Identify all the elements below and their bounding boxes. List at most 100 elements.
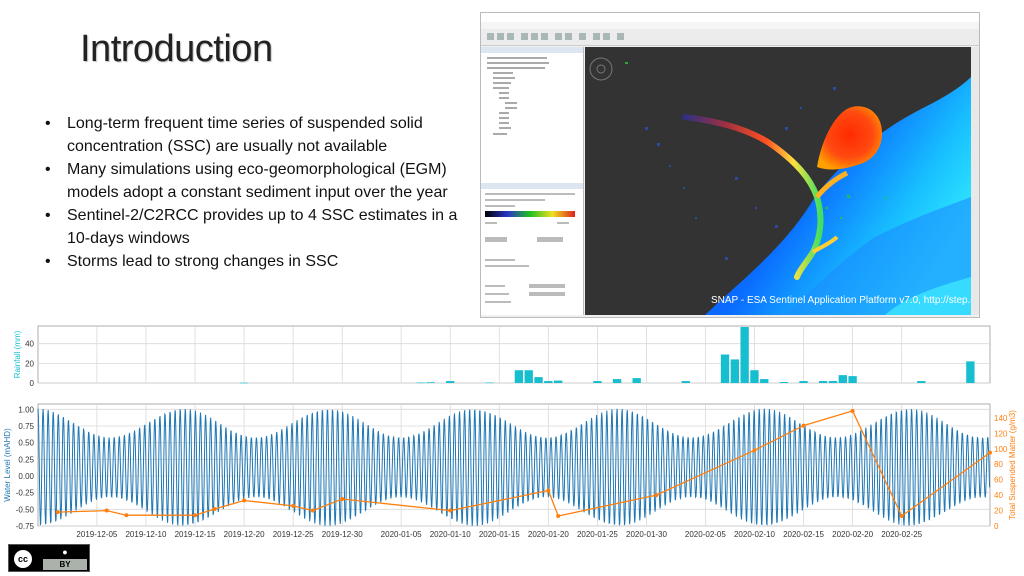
snap-right-toolstrip [971,47,979,315]
waterlevel-axis: -0.75 -0.50 -0.25 0.00 0.25 0.50 0.75 1.00 [16,405,35,531]
ssc-point [752,448,757,453]
waterlevel-ylabel: Water Level (mAHD) [3,428,12,502]
ssc-point [291,503,296,508]
rainfall-bar [779,382,789,383]
ssc-tick-label: 40 [994,491,1003,500]
ssc-point [546,488,551,493]
rainfall-bar [544,381,553,383]
snap-toolbar-icons [487,33,624,40]
bullet-text: Many simulations using eco-geomorphologi… [67,161,448,201]
ssc-tick-label: 100 [994,445,1008,454]
ssc-ylabel: Total Suspended Matter (g/m3) [1008,410,1017,520]
ssc-point [654,493,659,498]
ssc-point [242,498,247,503]
rainfall-bar [838,375,847,383]
date-tick-label: 2020-02-15 [783,530,824,539]
rainfall-bar [416,382,425,384]
ssc-tick-label: 140 [994,414,1008,423]
bullet-dot: • [45,207,51,224]
snap-caption: SNAP - ESA Sentinel Application Platform… [711,295,971,306]
bullet-text: Long-term frequent time series of suspen… [67,115,423,155]
date-tick-label: 2020-01-30 [626,530,667,539]
date-tick-label: 2020-01-05 [381,530,422,539]
ssc-point [124,513,129,518]
snap-window-titlebar [481,13,979,22]
rainfall-bar [426,382,435,383]
rainfall-bar [760,379,769,383]
ssc-point [212,507,217,512]
bullet-text: Sentinel-2/C2RCC provides up to 4 SSC es… [67,207,458,247]
ssc-point [340,496,345,501]
date-tick-label: 2020-02-20 [832,530,873,539]
waterlevel-tick-label: 1.00 [18,405,34,414]
date-tick-label: 2019-12-25 [273,530,314,539]
date-tick-label: 2019-12-05 [76,530,117,539]
ssc-tick-label: 0 [994,522,999,531]
rainfall-bar [239,382,249,384]
waterlevel-tick-label: 0.00 [18,472,34,481]
bullet-dot: • [45,253,51,270]
rainfall-bar [446,381,455,383]
ssc-tick-label: 60 [994,476,1003,485]
ssc-point [55,510,60,515]
ssc-point [899,513,904,518]
ssc-tick-label: 20 [994,507,1003,516]
ssc-point [448,508,453,513]
rainfall-tick-label: 20 [25,359,34,368]
rainfall-bar [740,326,749,383]
rainfall-bar [553,380,563,383]
bullet-item: • Sentinel-2/C2RCC provides up to 4 SSC e… [45,204,475,250]
waterlevel-tick-label: 0.50 [18,439,34,448]
ssc-map-image [589,57,971,315]
date-tick-label: 2020-02-10 [734,530,775,539]
rainfall-bar [514,370,524,383]
rainfall-bar [828,381,838,383]
ssc-tick-label: 80 [994,460,1003,469]
waterlevel-tick-label: -0.25 [16,489,35,498]
date-tick-label: 2020-02-05 [685,530,726,539]
rainfall-waterlevel-ssc-chart: 0 20 40 Rainfall (mm) -0.75 -0.50 -0.25 0.00 0… [3,325,1017,539]
bullet-item: • Many simulations using eco-geomorpholog… [45,158,475,204]
rainfall-tick-label: 40 [25,340,34,349]
date-axis: 2019-12-05 2019-12-10 2019-12-15 2019-12-20… [76,530,922,539]
date-tick-label: 2019-12-20 [224,530,265,539]
rainfall-tick-label: 0 [30,379,35,388]
date-tick-label: 2020-01-15 [479,530,520,539]
cc-by-license-badge: cc ● BY [8,544,90,572]
date-tick-label: 2019-12-10 [125,530,166,539]
rainfall-bar [818,381,828,383]
ssc-tick-label: 120 [994,429,1008,438]
rainfall-bar [917,381,926,383]
bullet-list: • Long-term frequent time series of suspe… [45,112,475,273]
date-tick-label: 2019-12-15 [175,530,216,539]
date-tick-label: 2020-01-10 [430,530,471,539]
date-tick-label: 2019-12-30 [322,530,363,539]
ssc-point [104,508,109,513]
ssc-point [988,450,992,455]
rainfall-bar [799,381,808,383]
rainfall-grid [37,325,991,384]
ssc-point [850,408,855,413]
waterlevel-tick-label: 0.75 [18,422,34,431]
bullet-item: • Storms lead to strong changes in SSC [45,250,475,273]
rainfall-bar [681,381,690,383]
date-tick-label: 2020-02-25 [881,530,922,539]
rainfall-bar [966,361,975,383]
snap-menubar [481,22,979,29]
ssc-axis: 0 20 40 60 80 100 120 140 [994,414,1008,531]
rainfall-ylabel: Rainfall (mm) [13,330,22,378]
ssc-point [556,513,561,518]
bullet-item: • Long-term frequent time series of suspe… [45,112,475,158]
rainfall-bar [720,354,730,383]
ssc-map-view: SNAP - ESA Sentinel Application Platform… [585,47,971,315]
ssc-point [310,508,315,513]
waterlevel-tick-label: -0.50 [16,505,35,514]
date-tick-label: 2020-01-20 [528,530,569,539]
rainfall-bar [750,370,759,383]
by-label: BY [43,559,87,570]
snap-screenshot: SNAP - ESA Sentinel Application Platform… [480,12,980,318]
slide-title: Introduction [80,28,273,70]
date-tick-label: 2020-01-25 [577,530,618,539]
snap-product-tree-and-colour-manipulation [481,47,583,303]
rainfall-frame [37,325,991,384]
